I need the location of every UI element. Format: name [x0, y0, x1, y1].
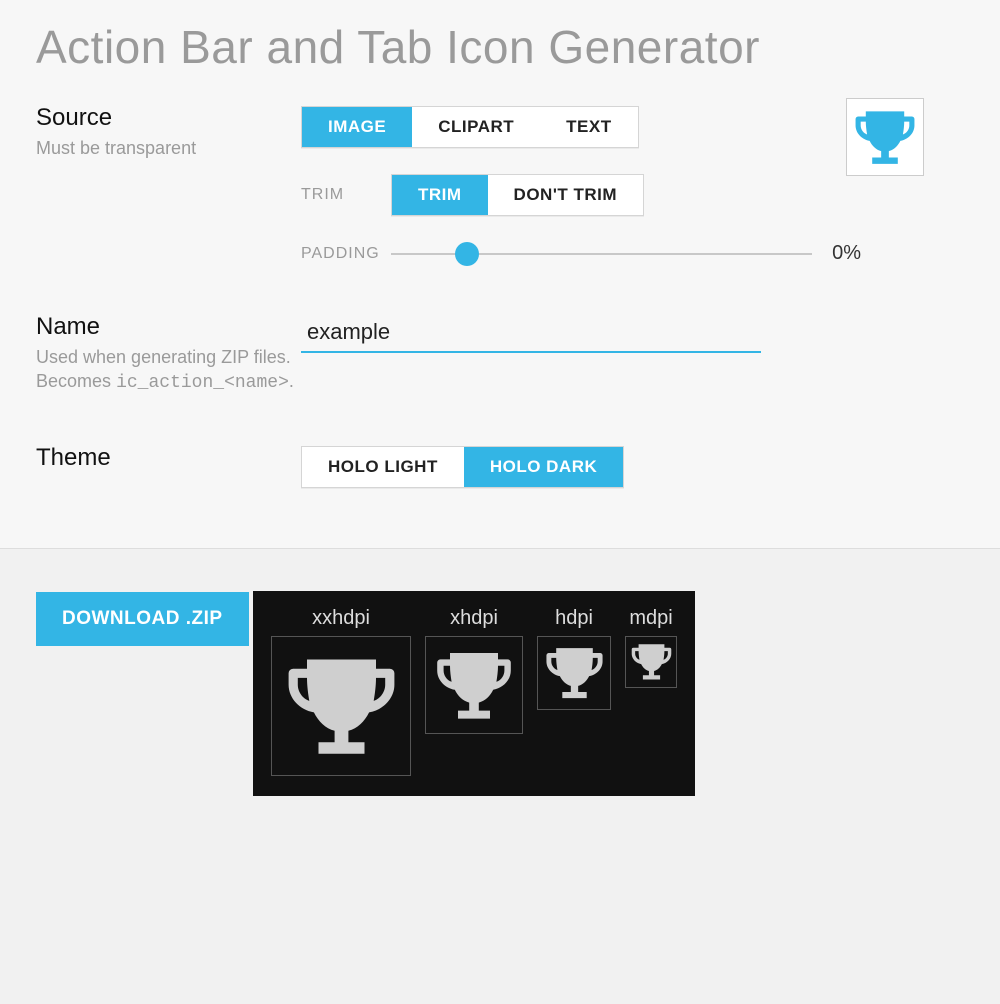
padding-slider[interactable] — [391, 253, 812, 255]
density-label: hdpi — [555, 607, 593, 630]
tab-image[interactable]: IMAGE — [302, 107, 412, 147]
download-zip-button[interactable]: DOWNLOAD .ZIP — [36, 592, 249, 646]
name-label: Name — [36, 313, 301, 341]
source-row: Source Must be transparent IMAGE CLIPART… — [36, 104, 964, 265]
density-label: mdpi — [629, 607, 672, 630]
trophy-icon — [434, 645, 514, 725]
page-title: Action Bar and Tab Icon Generator — [36, 20, 964, 74]
density-preview-panel: xxhdpi xhdpi hdpi mdpi — [253, 591, 695, 796]
padding-value: 0% — [832, 242, 861, 265]
density-label: xhdpi — [450, 607, 498, 630]
theme-tabs: HOLO LIGHT HOLO DARK — [301, 446, 624, 488]
source-sublabel: Must be transparent — [36, 136, 301, 160]
tab-holo-light[interactable]: HOLO LIGHT — [302, 447, 464, 487]
name-sublabel: Used when generating ZIP files. Becomes … — [36, 345, 301, 396]
density-item-xxhdpi: xxhdpi — [271, 607, 411, 776]
density-icon-box — [625, 636, 677, 688]
trophy-icon — [284, 648, 399, 763]
density-item-hdpi: hdpi — [537, 607, 611, 710]
density-item-mdpi: mdpi — [625, 607, 677, 688]
trim-tabs: TRIM DON'T TRIM — [391, 174, 644, 216]
density-icon-box — [537, 636, 611, 710]
trim-row: TRIM TRIM DON'T TRIM — [301, 174, 964, 216]
theme-label: Theme — [36, 444, 301, 472]
source-preview — [846, 98, 924, 176]
padding-row: PADDING 0% — [301, 242, 964, 265]
density-item-xhdpi: xhdpi — [425, 607, 523, 734]
trim-label: TRIM — [301, 186, 391, 204]
trophy-icon — [544, 642, 605, 703]
density-icon-box — [271, 636, 411, 776]
name-input[interactable] — [301, 315, 761, 353]
tab-clipart[interactable]: CLIPART — [412, 107, 540, 147]
trophy-icon — [630, 640, 673, 683]
name-sub-dot: . — [289, 371, 294, 391]
density-label: xxhdpi — [312, 607, 370, 630]
tab-holo-dark[interactable]: HOLO DARK — [464, 447, 623, 487]
tab-trim[interactable]: TRIM — [392, 175, 488, 215]
name-sub-code: ic_action_<name> — [116, 373, 289, 393]
name-row: Name Used when generating ZIP files. Bec… — [36, 313, 964, 396]
source-label: Source — [36, 104, 301, 132]
density-icon-box — [425, 636, 523, 734]
tab-text[interactable]: TEXT — [540, 107, 637, 147]
theme-row: Theme HOLO LIGHT HOLO DARK — [36, 444, 964, 488]
trophy-icon — [853, 105, 917, 169]
padding-slider-thumb[interactable] — [455, 242, 479, 266]
source-type-tabs: IMAGE CLIPART TEXT — [301, 106, 639, 148]
padding-label: PADDING — [301, 245, 391, 263]
tab-dont-trim[interactable]: DON'T TRIM — [488, 175, 643, 215]
